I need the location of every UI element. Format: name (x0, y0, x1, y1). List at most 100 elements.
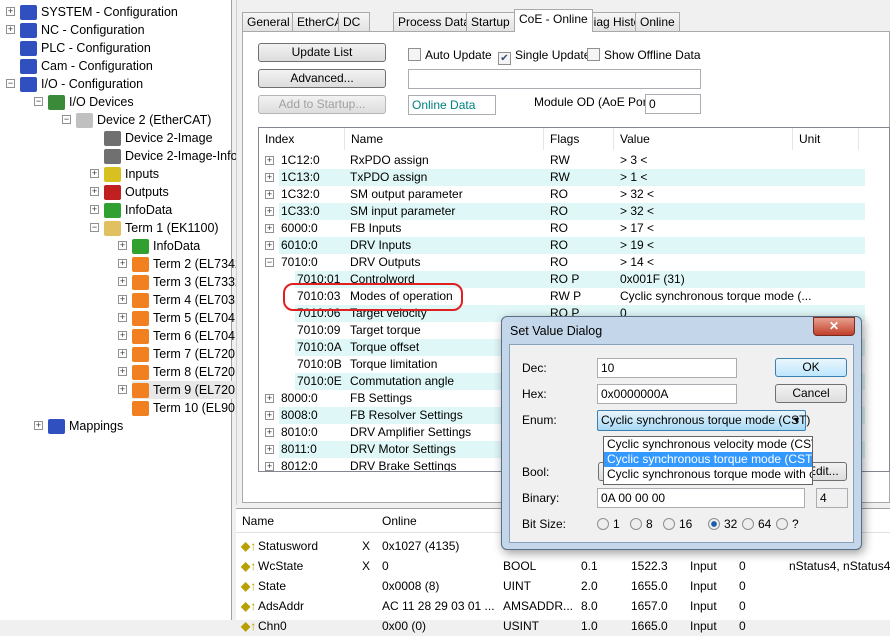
variable-row[interactable]: ◆↑ AdsAddr AC 11 28 29 03 01 ... AMSADDR...… (236, 596, 890, 616)
tree-node[interactable]: Device 2-Image (104, 129, 213, 147)
binary-input[interactable]: 0A 00 00 00 (597, 488, 805, 508)
bitsize-radio-1[interactable]: 1 (597, 517, 620, 531)
bitsize-radio-8[interactable]: 8 (630, 517, 653, 531)
expand-icon[interactable]: + (118, 241, 127, 250)
tree-node[interactable]: Device 2 (EtherCAT) (76, 111, 211, 129)
tab-process-data[interactable]: Process Data (393, 12, 476, 31)
variable-row[interactable]: ◆↑ WcState X 0 BOOL 0.1 1522.3 Input 0 nStatus4, … (236, 556, 890, 576)
expand-icon[interactable]: + (118, 367, 127, 376)
variable-row[interactable]: ◆↑ Chn0 0x00 (0) USINT 1.0 1665.0 Input 0 (236, 616, 890, 636)
tree-node[interactable]: Term 10 (EL9011) (132, 399, 252, 417)
expand-icon[interactable]: + (118, 331, 127, 340)
expand-icon[interactable]: + (34, 421, 43, 430)
tree-node[interactable]: Term 8 (EL7201) (132, 363, 246, 381)
expand-icon[interactable]: + (265, 156, 274, 165)
tree-node[interactable]: I/O - Configuration (20, 75, 143, 93)
tree-node[interactable]: Term 4 (EL7031) (132, 291, 246, 309)
expand-icon[interactable]: + (6, 7, 15, 16)
tab-coe-online[interactable]: CoE - Online (514, 9, 593, 32)
collapse-icon[interactable]: − (6, 79, 15, 88)
collapse-icon[interactable]: − (62, 115, 71, 124)
coe-row[interactable]: +6010:0 DRV Inputs RO > 19 < (259, 237, 865, 254)
enum-option[interactable]: Cyclic synchronous torque mode with comm (604, 467, 812, 482)
expand-icon[interactable]: + (265, 224, 274, 233)
coe-row[interactable]: +6000:0 FB Inputs RO > 17 < (259, 220, 865, 237)
tree-node[interactable]: Term 6 (EL7041) (132, 327, 246, 345)
tree-node[interactable]: Term 9 (EL7201) (132, 381, 247, 399)
expand-icon[interactable]: + (118, 313, 127, 322)
coe-row[interactable]: +1C33:0 SM input parameter RO > 32 < (259, 203, 865, 220)
dec-input[interactable]: 10 (597, 358, 737, 378)
coe-row[interactable]: +1C13:0 TxPDO assign RW > 1 < (259, 169, 865, 186)
expand-icon[interactable]: + (90, 205, 99, 214)
expand-icon[interactable]: + (118, 259, 127, 268)
ok-button[interactable]: OK (775, 358, 847, 377)
tree-node[interactable]: InfoData (104, 201, 172, 219)
coe-row[interactable]: −7010:0 DRV Outputs RO > 14 < (259, 254, 865, 271)
tree-node[interactable]: Term 1 (EK1100) (104, 219, 219, 237)
advanced-button[interactable]: Advanced... (258, 69, 386, 88)
tree-node[interactable]: Mappings (48, 417, 123, 435)
module-od-input[interactable]: 0 (645, 94, 701, 114)
tree-node[interactable]: Term 7 (EL7201) (132, 345, 246, 363)
show-offline-data-checkbox[interactable]: Show Offline Data (587, 47, 701, 63)
expand-icon[interactable]: + (6, 25, 15, 34)
tree-node[interactable]: Cam - Configuration (20, 57, 153, 75)
solution-tree[interactable]: + SYSTEM - Configuration + NC - Configurati… (0, 0, 278, 620)
auto-update-checkbox[interactable]: Auto Update (408, 47, 492, 63)
expand-icon[interactable]: + (265, 411, 274, 420)
column-header[interactable]: Name (242, 514, 274, 528)
column-header-name[interactable]: Name (345, 128, 544, 150)
column-header-index[interactable]: Index (259, 128, 345, 150)
collapse-icon[interactable]: − (265, 258, 274, 267)
coe-row[interactable]: +1C12:0 RxPDO assign RW > 3 < (259, 152, 865, 169)
hex-input[interactable]: 0x0000000A (597, 384, 737, 404)
tab-general[interactable]: General (242, 12, 295, 31)
close-icon[interactable]: ✕ (813, 317, 855, 336)
tree-node[interactable]: PLC - Configuration (20, 39, 151, 57)
tab-dc[interactable]: DC (338, 12, 370, 31)
column-header-unit[interactable]: Unit (793, 128, 859, 150)
enum-select[interactable]: Cyclic synchronous torque mode (CST) ▼ (597, 410, 810, 431)
expand-icon[interactable]: + (265, 462, 274, 471)
tree-node[interactable]: Term 2 (EL7342) (132, 255, 246, 273)
bitsize-radio-32[interactable]: 32 (708, 517, 737, 531)
expand-icon[interactable]: + (265, 207, 274, 216)
expand-icon[interactable]: + (118, 349, 127, 358)
expand-icon[interactable]: + (118, 277, 127, 286)
tree-node[interactable]: Outputs (104, 183, 169, 201)
single-update-checkbox[interactable]: ✔ Single Update (498, 47, 590, 65)
tree-node[interactable]: I/O Devices (48, 93, 134, 111)
tree-node[interactable]: InfoData (132, 237, 200, 255)
column-header-value[interactable]: Value (614, 128, 793, 150)
column-header-flags[interactable]: Flags (544, 128, 614, 150)
expand-icon[interactable]: + (265, 428, 274, 437)
bitsize-radio-64[interactable]: 64 (742, 517, 771, 531)
coe-row[interactable]: +1C32:0 SM output parameter RO > 32 < (259, 186, 865, 203)
expand-icon[interactable]: + (118, 295, 127, 304)
expand-icon[interactable]: + (90, 169, 99, 178)
expand-icon[interactable]: + (90, 187, 99, 196)
add-to-startup-button[interactable]: Add to Startup... (258, 95, 386, 114)
expand-icon[interactable]: + (265, 190, 274, 199)
collapse-icon[interactable]: − (90, 223, 99, 232)
tree-node[interactable]: Term 3 (EL7332) (132, 273, 246, 291)
expand-icon[interactable]: + (265, 241, 274, 250)
tree-node[interactable]: SYSTEM - Configuration (20, 3, 178, 21)
expand-icon[interactable]: + (265, 394, 274, 403)
bitsize-radio-16[interactable]: 16 (663, 517, 692, 531)
expand-icon[interactable]: + (118, 385, 127, 394)
expand-icon[interactable]: + (265, 445, 274, 454)
expand-icon[interactable]: + (265, 173, 274, 182)
collapse-icon[interactable]: − (34, 97, 43, 106)
tree-node[interactable]: Device 2-Image-Info (104, 147, 238, 165)
cancel-button[interactable]: Cancel (775, 384, 847, 403)
column-header[interactable]: Online (382, 514, 417, 528)
bitsize-radio-?[interactable]: ? (776, 517, 799, 531)
tab-online[interactable]: Online (635, 12, 680, 31)
enum-option[interactable]: Cyclic synchronous velocity mode (CSV) (604, 437, 812, 452)
variable-row[interactable]: ◆↑ State 0x0008 (8) UINT 2.0 1655.0 Input 0 (236, 576, 890, 596)
enum-option[interactable]: Cyclic synchronous torque mode (CST) (604, 452, 812, 467)
tree-node[interactable]: Inputs (104, 165, 159, 183)
tree-node[interactable]: NC - Configuration (20, 21, 145, 39)
